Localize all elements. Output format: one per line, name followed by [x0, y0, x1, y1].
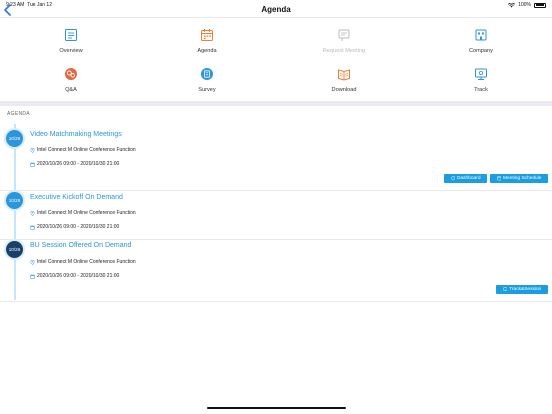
menu-track-label: Track	[474, 87, 488, 93]
date-badge: 10/26	[6, 130, 23, 147]
location-pin-icon	[30, 147, 35, 153]
menu-request-meeting-label: Request Meeting	[322, 48, 366, 54]
download-icon	[338, 69, 350, 81]
agenda-location: Intel Connect M Online Conference Functi…	[30, 210, 136, 216]
calendar-small-icon	[30, 225, 35, 230]
agenda-item: 10/26 BU Session Offered On Demand Intel…	[0, 240, 552, 302]
agenda-item: 10/26 Video Matchmaking Meetings Intel C…	[0, 122, 552, 191]
agenda-location-text: Intel Connect M Online Conference Functi…	[37, 210, 136, 216]
menu-survey[interactable]: Survey	[138, 63, 276, 99]
menu-overview-label: Overview	[59, 48, 83, 54]
menu-overview[interactable]: Overview	[2, 24, 140, 60]
survey-icon	[201, 68, 213, 80]
calendar-icon	[201, 29, 213, 41]
agenda-time: 2020/10/26 09:00 - 2020/10/30 21:00	[30, 224, 119, 230]
dashboard-button-label: Dashboard	[457, 176, 481, 181]
agenda-time-text: 2020/10/26 09:00 - 2020/10/30 21:00	[37, 273, 120, 279]
request-meeting-icon	[338, 29, 350, 41]
agenda-time-text: 2020/10/26 09:00 - 2020/10/30 21:00	[37, 161, 120, 167]
location-pin-icon	[30, 210, 35, 216]
company-icon	[475, 29, 487, 41]
meeting-schedule-button-label: Meeting Schedule	[503, 176, 542, 181]
section-divider	[0, 101, 552, 106]
menu-survey-label: Survey	[198, 87, 216, 93]
menu-agenda[interactable]: Agenda	[138, 24, 276, 60]
navigation-bar: Agenda	[0, 0, 552, 18]
home-indicator[interactable]	[207, 407, 346, 409]
agenda-title[interactable]: Video Matchmaking Meetings	[30, 131, 122, 138]
menu-request-meeting[interactable]: Request Meeting	[275, 24, 413, 60]
feature-menu: Overview Agenda Request Meeting Company …	[0, 22, 552, 96]
agenda-location: Intel Connect M Online Conference Functi…	[30, 259, 136, 265]
date-badge: 10/26	[6, 192, 23, 209]
agenda-item: 10/26 Executive Kickoff On Demand Intel …	[0, 191, 552, 240]
section-heading: AGENDA	[7, 111, 30, 117]
agenda-location-text: Intel Connect M Online Conference Functi…	[37, 147, 136, 153]
menu-track[interactable]: Track	[412, 63, 550, 99]
agenda-time-text: 2020/10/26 09:00 - 2020/10/30 21:00	[37, 224, 120, 230]
agenda-title[interactable]: BU Session Offered On Demand	[30, 242, 131, 249]
meeting-schedule-button[interactable]: Meeting Schedule	[490, 174, 548, 183]
menu-company[interactable]: Company	[412, 24, 550, 60]
agenda-location-text: Intel Connect M Online Conference Functi…	[37, 259, 136, 265]
menu-qa-label: Q&A	[65, 87, 77, 93]
menu-qa[interactable]: Q&A	[2, 63, 140, 99]
agenda-location: Intel Connect M Online Conference Functi…	[30, 147, 136, 153]
dashboard-icon	[450, 176, 455, 181]
calendar-small-icon	[30, 162, 35, 167]
qa-icon	[65, 68, 77, 80]
track-icon	[475, 68, 487, 80]
track-session-icon	[502, 287, 507, 292]
dashboard-button[interactable]: Dashboard	[444, 174, 487, 183]
location-pin-icon	[30, 259, 35, 265]
menu-download-label: Download	[331, 87, 357, 93]
schedule-icon	[496, 176, 501, 181]
menu-agenda-label: Agenda	[197, 48, 217, 54]
track-session-button-label: Track&Session	[509, 287, 542, 292]
page-title: Agenda	[261, 5, 291, 14]
date-badge: 10/26	[6, 241, 23, 258]
calendar-small-icon	[30, 274, 35, 279]
menu-company-label: Company	[469, 48, 493, 54]
overview-icon	[65, 29, 77, 41]
agenda-title[interactable]: Executive Kickoff On Demand	[30, 194, 123, 201]
track-session-button[interactable]: Track&Session	[496, 285, 548, 294]
menu-download[interactable]: Download	[275, 63, 413, 99]
agenda-time: 2020/10/26 09:00 - 2020/10/30 21:00	[30, 273, 119, 279]
agenda-time: 2020/10/26 09:00 - 2020/10/30 21:00	[30, 161, 119, 167]
